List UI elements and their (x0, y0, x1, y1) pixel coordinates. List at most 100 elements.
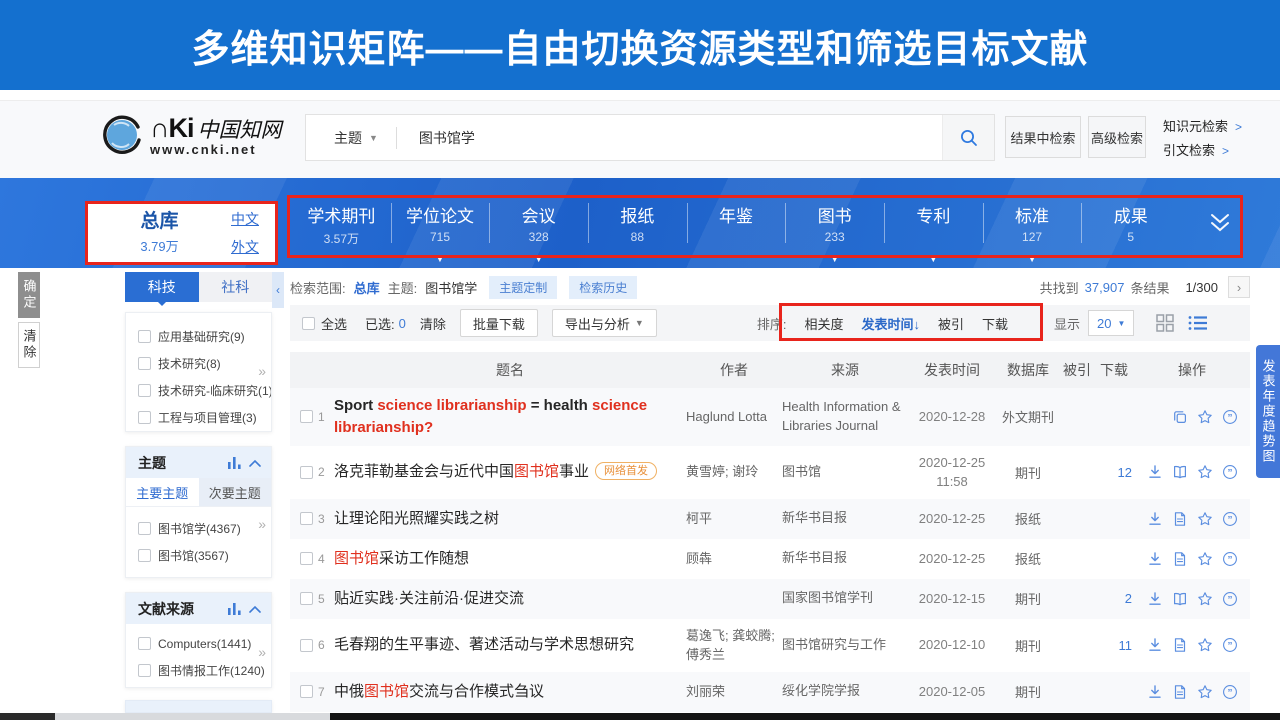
row-checkbox[interactable] (300, 685, 313, 698)
result-download-count[interactable]: 11 (1094, 638, 1134, 653)
doc-icon[interactable] (1172, 684, 1188, 700)
grid-view-icon[interactable] (1156, 314, 1174, 332)
result-authors[interactable]: Haglund Lotta (686, 407, 782, 427)
publication-trend-tab[interactable]: 发表年度趋势图 (1256, 345, 1280, 478)
quote-icon[interactable]: ” (1222, 551, 1238, 567)
star-icon[interactable] (1197, 511, 1213, 527)
foreign-link[interactable]: 外文 (231, 237, 259, 257)
list-view-icon[interactable] (1188, 315, 1208, 331)
checkbox[interactable] (138, 522, 151, 535)
search-button[interactable] (942, 115, 994, 160)
result-source[interactable]: 新华书目报 (782, 509, 908, 528)
checkbox[interactable] (138, 384, 151, 397)
quote-icon[interactable]: ” (1222, 464, 1238, 480)
chevron-up-icon[interactable] (249, 459, 261, 467)
nav-resource-item[interactable]: 报纸 88 ▼ (588, 178, 687, 268)
checkbox[interactable] (138, 357, 151, 370)
star-icon[interactable] (1197, 551, 1213, 567)
book-icon[interactable] (1172, 591, 1188, 607)
checkbox[interactable] (138, 637, 151, 650)
quote-icon[interactable]: ” (1222, 591, 1238, 607)
result-authors[interactable]: 葛逸飞; 龚蛟腾; 傅秀兰 (686, 626, 782, 665)
scrollbar-segment[interactable] (0, 713, 55, 720)
topic-customize-button[interactable]: 主题定制 (489, 276, 557, 299)
row-checkbox[interactable] (300, 512, 313, 525)
nav-resource-item[interactable]: 学位论文 715 ▼ (391, 178, 490, 268)
filter-checkbox-item[interactable]: 应用基础研究(9) (126, 323, 271, 350)
download-icon[interactable] (1147, 511, 1163, 527)
result-title[interactable]: 毛春翔的生平事迹、著述活动与学术思想研究 (334, 634, 686, 656)
result-source[interactable]: Health Information & Libraries Journal (782, 398, 908, 436)
tab-social-science[interactable]: 社科 (199, 272, 273, 302)
download-icon[interactable] (1147, 637, 1163, 653)
book-icon[interactable] (1172, 464, 1188, 480)
nav-resource-item[interactable]: 成果 5 ▼ (1081, 178, 1180, 268)
result-title[interactable]: 让理论阳光照耀实践之树 (334, 508, 686, 530)
nav-resource-item[interactable]: 年鉴 ▼ (687, 178, 786, 268)
chinese-link[interactable]: 中文 (231, 209, 259, 229)
checkbox[interactable] (138, 664, 151, 677)
result-source[interactable]: 国家图书馆学刊 (782, 589, 908, 608)
doc-icon[interactable] (1172, 637, 1188, 653)
nav-resource-item[interactable]: 标准 127 ▼ (983, 178, 1082, 268)
col-downloads[interactable]: 下载 (1094, 360, 1134, 380)
checkbox[interactable] (138, 549, 151, 562)
filter-checkbox-item[interactable]: 图书馆学(4367) (126, 515, 271, 542)
col-cited[interactable]: 被引 (1060, 360, 1094, 380)
result-download-count[interactable]: 2 (1094, 591, 1134, 606)
quote-icon[interactable]: ” (1222, 409, 1238, 425)
sort-option[interactable]: 发表时间↓ (861, 314, 920, 333)
download-icon[interactable] (1147, 684, 1163, 700)
result-title[interactable]: 洛克菲勒基金会与近代中国图书馆事业网络首发 (334, 461, 686, 483)
doc-icon[interactable] (1172, 551, 1188, 567)
star-icon[interactable] (1197, 409, 1213, 425)
result-authors[interactable]: 柯平 (686, 509, 782, 529)
row-checkbox[interactable] (300, 592, 313, 605)
total-database-card[interactable]: 总库 3.79万 中文 外文 (88, 204, 275, 262)
result-download-count[interactable]: 12 (1094, 465, 1134, 480)
result-source[interactable]: 新华书目报 (782, 549, 908, 568)
scrollbar-track[interactable] (55, 713, 330, 720)
sort-option[interactable]: 相关度 (804, 314, 843, 333)
col-date[interactable]: 发表时间 (908, 360, 996, 380)
result-source[interactable]: 绥化学院学报 (782, 682, 908, 701)
export-analyze-button[interactable]: 导出与分析 ▼ (552, 309, 657, 337)
select-all-checkbox[interactable] (302, 317, 315, 330)
filter-checkbox-item[interactable]: 图书情报工作(1240) (126, 657, 271, 684)
checkbox[interactable] (138, 330, 151, 343)
star-icon[interactable] (1197, 684, 1213, 700)
knowledge-element-search-link[interactable]: 知识元检索> (1163, 115, 1242, 139)
result-title[interactable]: 图书馆采访工作随想 (334, 548, 686, 570)
cnki-logo[interactable]: ∩Ki 中国知网 www.cnki.net (100, 113, 282, 157)
horizontal-scrollbar[interactable] (0, 713, 1280, 720)
result-title[interactable]: 贴近实践·关注前沿·促进交流 (334, 588, 686, 610)
row-checkbox[interactable] (300, 552, 313, 565)
clear-selection-button[interactable]: 清除 (420, 314, 446, 333)
next-page-button[interactable]: › (1228, 276, 1250, 298)
advanced-search-button[interactable]: 高级检索 (1088, 116, 1146, 158)
tab-secondary-topic[interactable]: 次要主题 (199, 478, 272, 506)
clear-filters-button[interactable]: 清除 (18, 322, 40, 368)
copy-icon[interactable] (1172, 409, 1188, 425)
download-icon[interactable] (1147, 591, 1163, 607)
sort-option[interactable]: 被引 (938, 314, 964, 333)
result-authors[interactable]: 黄雪婷; 谢玲 (686, 462, 782, 482)
download-icon[interactable] (1147, 464, 1163, 480)
nav-resource-item[interactable]: 会议 328 ▼ (489, 178, 588, 268)
search-history-button[interactable]: 检索历史 (569, 276, 637, 299)
sort-option[interactable]: 下载 (982, 314, 1008, 333)
filter-checkbox-item[interactable]: 技术研究(8) (126, 350, 271, 377)
result-authors[interactable]: 刘丽荣 (686, 682, 782, 702)
scope-database[interactable]: 总库 (354, 278, 380, 297)
tab-science-tech[interactable]: 科技 (125, 272, 199, 302)
search-in-results-button[interactable]: 结果中检索 (1005, 116, 1081, 158)
star-icon[interactable] (1197, 591, 1213, 607)
row-checkbox[interactable] (300, 466, 313, 479)
bar-chart-icon[interactable] (228, 603, 241, 615)
citation-search-link[interactable]: 引文检索> (1163, 139, 1242, 163)
result-source[interactable]: 图书馆研究与工作 (782, 636, 908, 655)
nav-resource-item[interactable]: 学术期刊 3.57万 ▼ (292, 178, 391, 268)
filter-checkbox-item[interactable]: 技术研究-临床研究(1) (126, 377, 271, 404)
nav-expand-button[interactable] (1198, 204, 1242, 242)
scrollbar-thumb[interactable] (330, 713, 1280, 720)
